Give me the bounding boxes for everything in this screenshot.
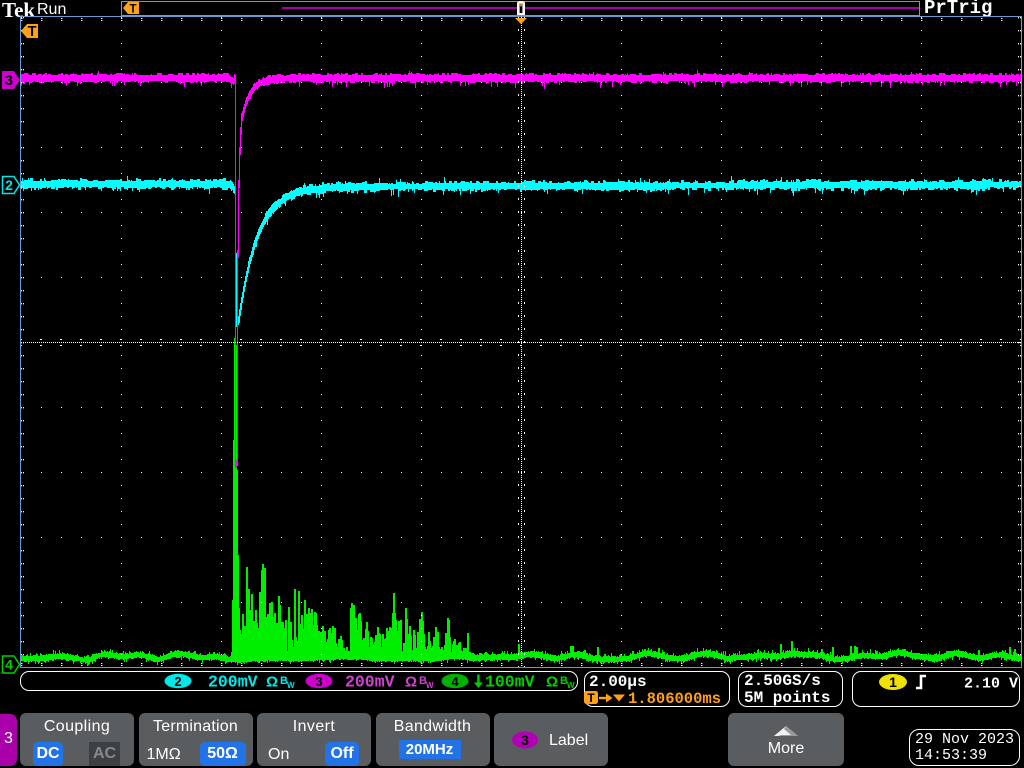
svg-text:3: 3 (5, 72, 13, 88)
svg-text:3: 3 (521, 732, 529, 748)
svg-text:2: 2 (5, 177, 13, 193)
svg-text:1.806000ms: 1.806000ms (628, 690, 721, 706)
svg-text:4: 4 (5, 657, 13, 673)
svg-text:W: W (287, 681, 295, 690)
svg-text:1: 1 (889, 674, 897, 690)
svg-text:Ω: Ω (546, 674, 558, 691)
svg-text:100mV: 100mV (485, 673, 535, 692)
svg-text:W: W (567, 681, 575, 690)
svg-text:2.10 V: 2.10 V (964, 676, 1018, 693)
svg-text:Ω: Ω (266, 674, 278, 691)
svg-text:200mV: 200mV (345, 673, 395, 692)
svg-text:3: 3 (315, 674, 322, 689)
svg-text:200mV: 200mV (208, 673, 258, 692)
svg-text:4: 4 (451, 674, 459, 689)
svg-text:W: W (426, 681, 434, 690)
svg-text:Ω: Ω (405, 674, 417, 691)
svg-text:T: T (28, 24, 37, 40)
svg-text:2: 2 (174, 674, 181, 689)
svg-text:T: T (587, 691, 595, 705)
